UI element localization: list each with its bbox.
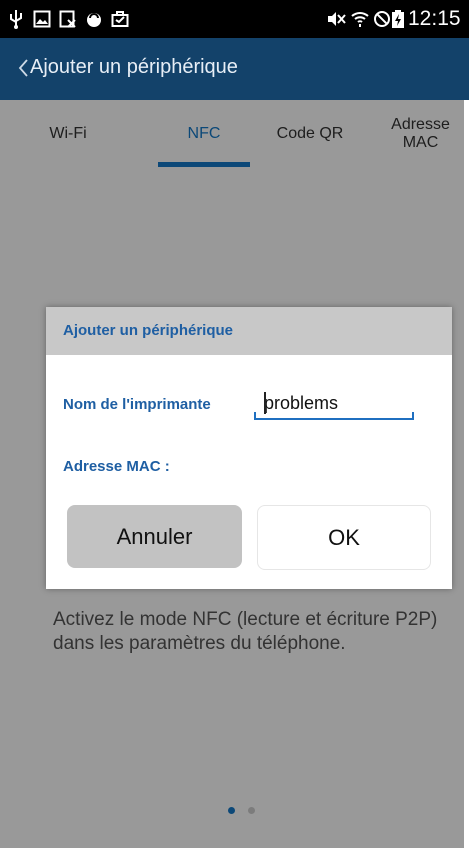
mute-icon	[326, 9, 346, 29]
cancel-button[interactable]: Annuler	[67, 505, 242, 568]
add-device-dialog: Ajouter un périphérique Nom de l'imprima…	[46, 307, 452, 589]
app-screen: 12:15 Ajouter un périphérique Wi-Fi NFC …	[0, 0, 469, 848]
gallery-icon	[32, 9, 52, 29]
printer-name-label: Nom de l'imprimante	[63, 396, 211, 413]
printer-name-input[interactable]	[254, 385, 424, 421]
screen-edge	[464, 100, 469, 848]
briefcase-icon	[110, 9, 130, 29]
back-icon[interactable]	[17, 57, 29, 79]
input-underline-tick-right	[412, 412, 414, 420]
input-underline-tick-left	[254, 412, 256, 420]
wifi-icon	[350, 9, 370, 29]
usb-icon	[6, 9, 26, 29]
input-underline	[254, 418, 414, 420]
lock-icon	[84, 9, 104, 29]
ok-button[interactable]: OK	[257, 505, 431, 570]
status-time: 12:15	[408, 7, 461, 30]
text-cursor	[264, 392, 266, 414]
battery-icon	[388, 9, 408, 29]
dialog-header: Ajouter un périphérique	[46, 307, 452, 355]
image-icon	[58, 9, 78, 29]
mac-address-label: Adresse MAC :	[63, 458, 170, 475]
page-title: Ajouter un périphérique	[30, 56, 238, 78]
app-bar: Ajouter un périphérique	[0, 38, 469, 100]
status-bar: 12:15	[0, 0, 469, 38]
dialog-title: Ajouter un périphérique	[63, 322, 234, 339]
